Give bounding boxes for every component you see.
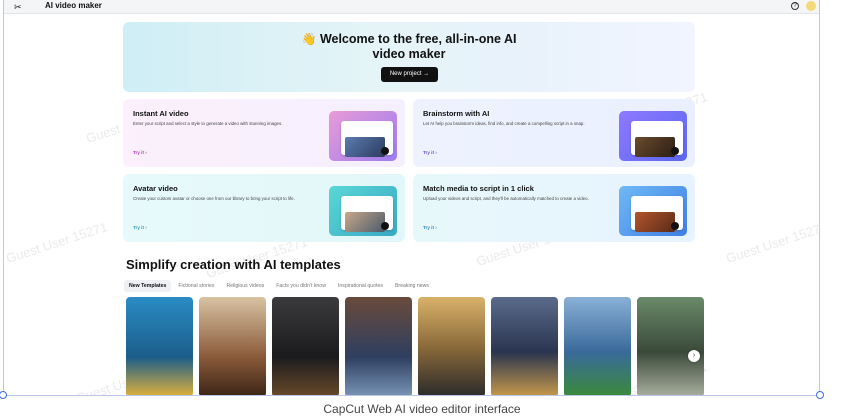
card-brainstorm-with-ai[interactable]: Brainstorm with AI Let AI help you brain…: [413, 99, 695, 167]
template-gallery: [126, 297, 704, 395]
template-tile[interactable]: [272, 297, 339, 395]
try-it-link[interactable]: Try it ›: [423, 150, 437, 155]
thumbnail-photo: [345, 212, 385, 232]
card-thumbnail: [619, 186, 687, 236]
hero-title-line2: video maker: [372, 47, 446, 61]
card-description: Create your custom avatar or choose one …: [133, 196, 295, 201]
gallery-next-arrow-icon[interactable]: ›: [688, 350, 700, 362]
hero-banner: 👋 Welcome to the free, all-in-one AI vid…: [123, 22, 695, 92]
card-match-media-to-script[interactable]: Match media to script in 1 click Upload …: [413, 174, 695, 242]
card-description: Enter your script and select a style to …: [133, 121, 283, 126]
watermark: Guest User 15271: [724, 219, 820, 266]
app-title: AI video maker: [45, 1, 102, 10]
play-icon: [381, 222, 389, 230]
section-title: Simplify creation with AI templates: [126, 257, 341, 272]
waving-hand-icon: 👋: [301, 32, 317, 46]
resize-handle[interactable]: [0, 391, 7, 399]
card-description: Upload your videos and script, and they'…: [423, 196, 589, 201]
app-frame: ✂ AI video maker ? Guest User 15271 Gues…: [3, 0, 820, 396]
play-icon: [671, 222, 679, 230]
tab-breaking-news[interactable]: Breaking news: [390, 280, 434, 292]
new-project-button[interactable]: New project →: [381, 67, 438, 82]
template-tile[interactable]: [491, 297, 558, 395]
try-it-link[interactable]: Try it ›: [133, 225, 147, 230]
card-title: Instant AI video: [133, 109, 189, 118]
card-title: Brainstorm with AI: [423, 109, 490, 118]
template-tile[interactable]: [126, 297, 193, 395]
thumbnail-photo: [345, 137, 385, 157]
user-avatar[interactable]: [806, 1, 816, 11]
play-icon: [671, 147, 679, 155]
hero-title-line1: Welcome to the free, all-in-one AI: [319, 32, 517, 46]
card-description: Let AI help you brainstorm ideas, find i…: [423, 121, 585, 126]
capcut-logo-icon: ✂: [14, 2, 22, 12]
play-icon: [381, 147, 389, 155]
resize-handle[interactable]: [816, 391, 824, 399]
thumbnail-photo: [635, 137, 675, 157]
template-tile[interactable]: [637, 297, 704, 395]
thumbnail-photo: [635, 212, 675, 232]
template-tile[interactable]: [564, 297, 631, 395]
tab-new-templates[interactable]: New Templates: [124, 280, 172, 292]
card-title: Match media to script in 1 click: [423, 184, 534, 193]
template-tile[interactable]: [199, 297, 266, 395]
card-instant-ai-video[interactable]: Instant AI video Enter your script and s…: [123, 99, 405, 167]
card-thumbnail: [329, 111, 397, 161]
top-bar: ✂ AI video maker ?: [4, 0, 819, 14]
template-tabs: New Templates Fictional stories Religiou…: [124, 280, 436, 292]
tab-religious-videos[interactable]: Religious videos: [221, 280, 269, 292]
try-it-link[interactable]: Try it ›: [423, 225, 437, 230]
hero-title: 👋 Welcome to the free, all-in-one AI vid…: [123, 32, 695, 62]
card-thumbnail: [619, 111, 687, 161]
card-title: Avatar video: [133, 184, 178, 193]
try-it-link[interactable]: Try it ›: [133, 150, 147, 155]
tab-facts[interactable]: Facts you didn't know: [271, 280, 331, 292]
tab-inspirational-quotes[interactable]: Inspirational quotes: [333, 280, 388, 292]
template-tile[interactable]: [418, 297, 485, 395]
card-avatar-video[interactable]: Avatar video Create your custom avatar o…: [123, 174, 405, 242]
template-tile[interactable]: [345, 297, 412, 395]
watermark: Guest User 15271: [4, 219, 110, 266]
card-thumbnail: [329, 186, 397, 236]
help-icon[interactable]: ?: [791, 2, 799, 10]
tab-fictional-stories[interactable]: Fictional stories: [173, 280, 219, 292]
image-caption: CapCut Web AI video editor interface: [323, 402, 521, 416]
